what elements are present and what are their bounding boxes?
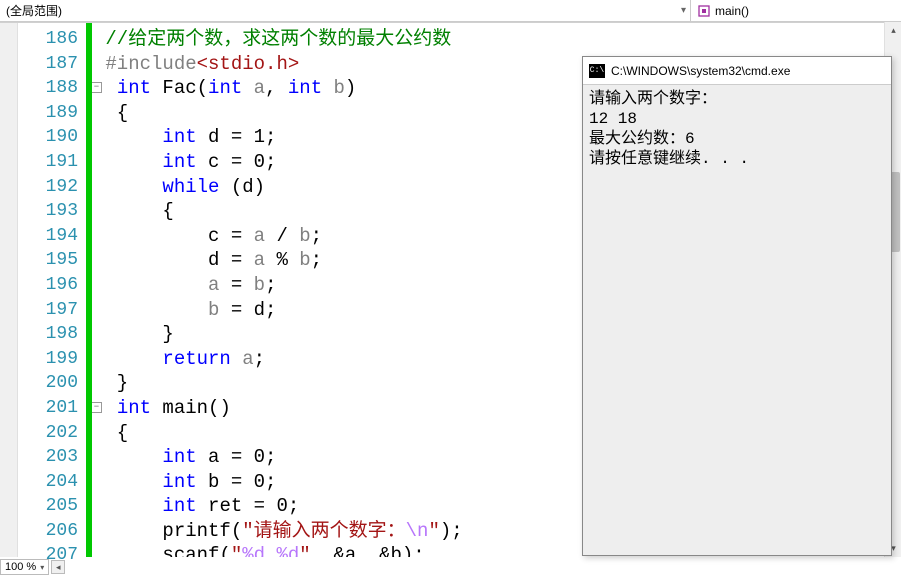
line-number: 200 xyxy=(18,371,78,396)
line-number: 196 xyxy=(18,273,78,298)
chevron-down-icon: ▾ xyxy=(40,563,44,572)
line-number: 197 xyxy=(18,298,78,323)
line-number: 193 xyxy=(18,199,78,224)
cmd-icon: C:\ xyxy=(589,64,605,78)
console-line: 请输入两个数字： xyxy=(589,89,885,109)
console-line: 12 18 xyxy=(589,109,885,129)
console-line: 请按任意键继续. . . xyxy=(589,149,885,169)
line-number: 190 xyxy=(18,125,78,150)
navigation-toolbar: (全局范围) ▾ main() xyxy=(0,0,901,22)
line-number: 194 xyxy=(18,224,78,249)
scroll-left-button[interactable]: ◂ xyxy=(51,560,65,574)
line-number: 195 xyxy=(18,248,78,273)
breakpoint-margin[interactable] xyxy=(0,23,18,557)
line-number: 198 xyxy=(18,322,78,347)
line-number: 187 xyxy=(18,52,78,77)
line-number: 192 xyxy=(18,175,78,200)
line-number-gutter: 1861871881891901911921931941951961971981… xyxy=(18,23,86,557)
zoom-value: 100 % xyxy=(5,561,36,573)
line-number: 202 xyxy=(18,421,78,446)
line-number: 199 xyxy=(18,347,78,372)
fold-toggle[interactable]: − xyxy=(92,402,102,413)
function-dropdown[interactable]: main() xyxy=(691,0,901,21)
line-number: 191 xyxy=(18,150,78,175)
scroll-up-icon[interactable]: ▴ xyxy=(885,22,901,39)
method-icon xyxy=(697,4,711,18)
line-number: 204 xyxy=(18,470,78,495)
console-line: 最大公约数：6 xyxy=(589,129,885,149)
chevron-down-icon: ▾ xyxy=(681,5,686,16)
line-number: 189 xyxy=(18,101,78,126)
line-number: 201 xyxy=(18,396,78,421)
console-title-text: C:\WINDOWS\system32\cmd.exe xyxy=(611,64,790,78)
fold-toggle[interactable]: − xyxy=(92,82,102,93)
zoom-dropdown[interactable]: 100 % ▾ xyxy=(0,559,49,575)
console-titlebar[interactable]: C:\ C:\WINDOWS\system32\cmd.exe xyxy=(583,57,891,85)
code-line[interactable]: //给定两个数，求这两个数的最大公约数 xyxy=(94,27,901,52)
scope-dropdown[interactable]: (全局范围) ▾ xyxy=(0,0,691,21)
console-window[interactable]: C:\ C:\WINDOWS\system32\cmd.exe 请输入两个数字：… xyxy=(582,56,892,556)
status-bar: 100 % ▾ ◂ xyxy=(0,557,65,577)
line-number: 188 xyxy=(18,76,78,101)
line-number: 203 xyxy=(18,445,78,470)
line-number: 206 xyxy=(18,519,78,544)
scope-label: (全局范围) xyxy=(6,2,62,19)
line-number: 205 xyxy=(18,494,78,519)
function-label: main() xyxy=(715,4,749,18)
line-number: 186 xyxy=(18,27,78,52)
console-output: 请输入两个数字：12 18最大公约数：6请按任意键继续. . . xyxy=(583,85,891,173)
